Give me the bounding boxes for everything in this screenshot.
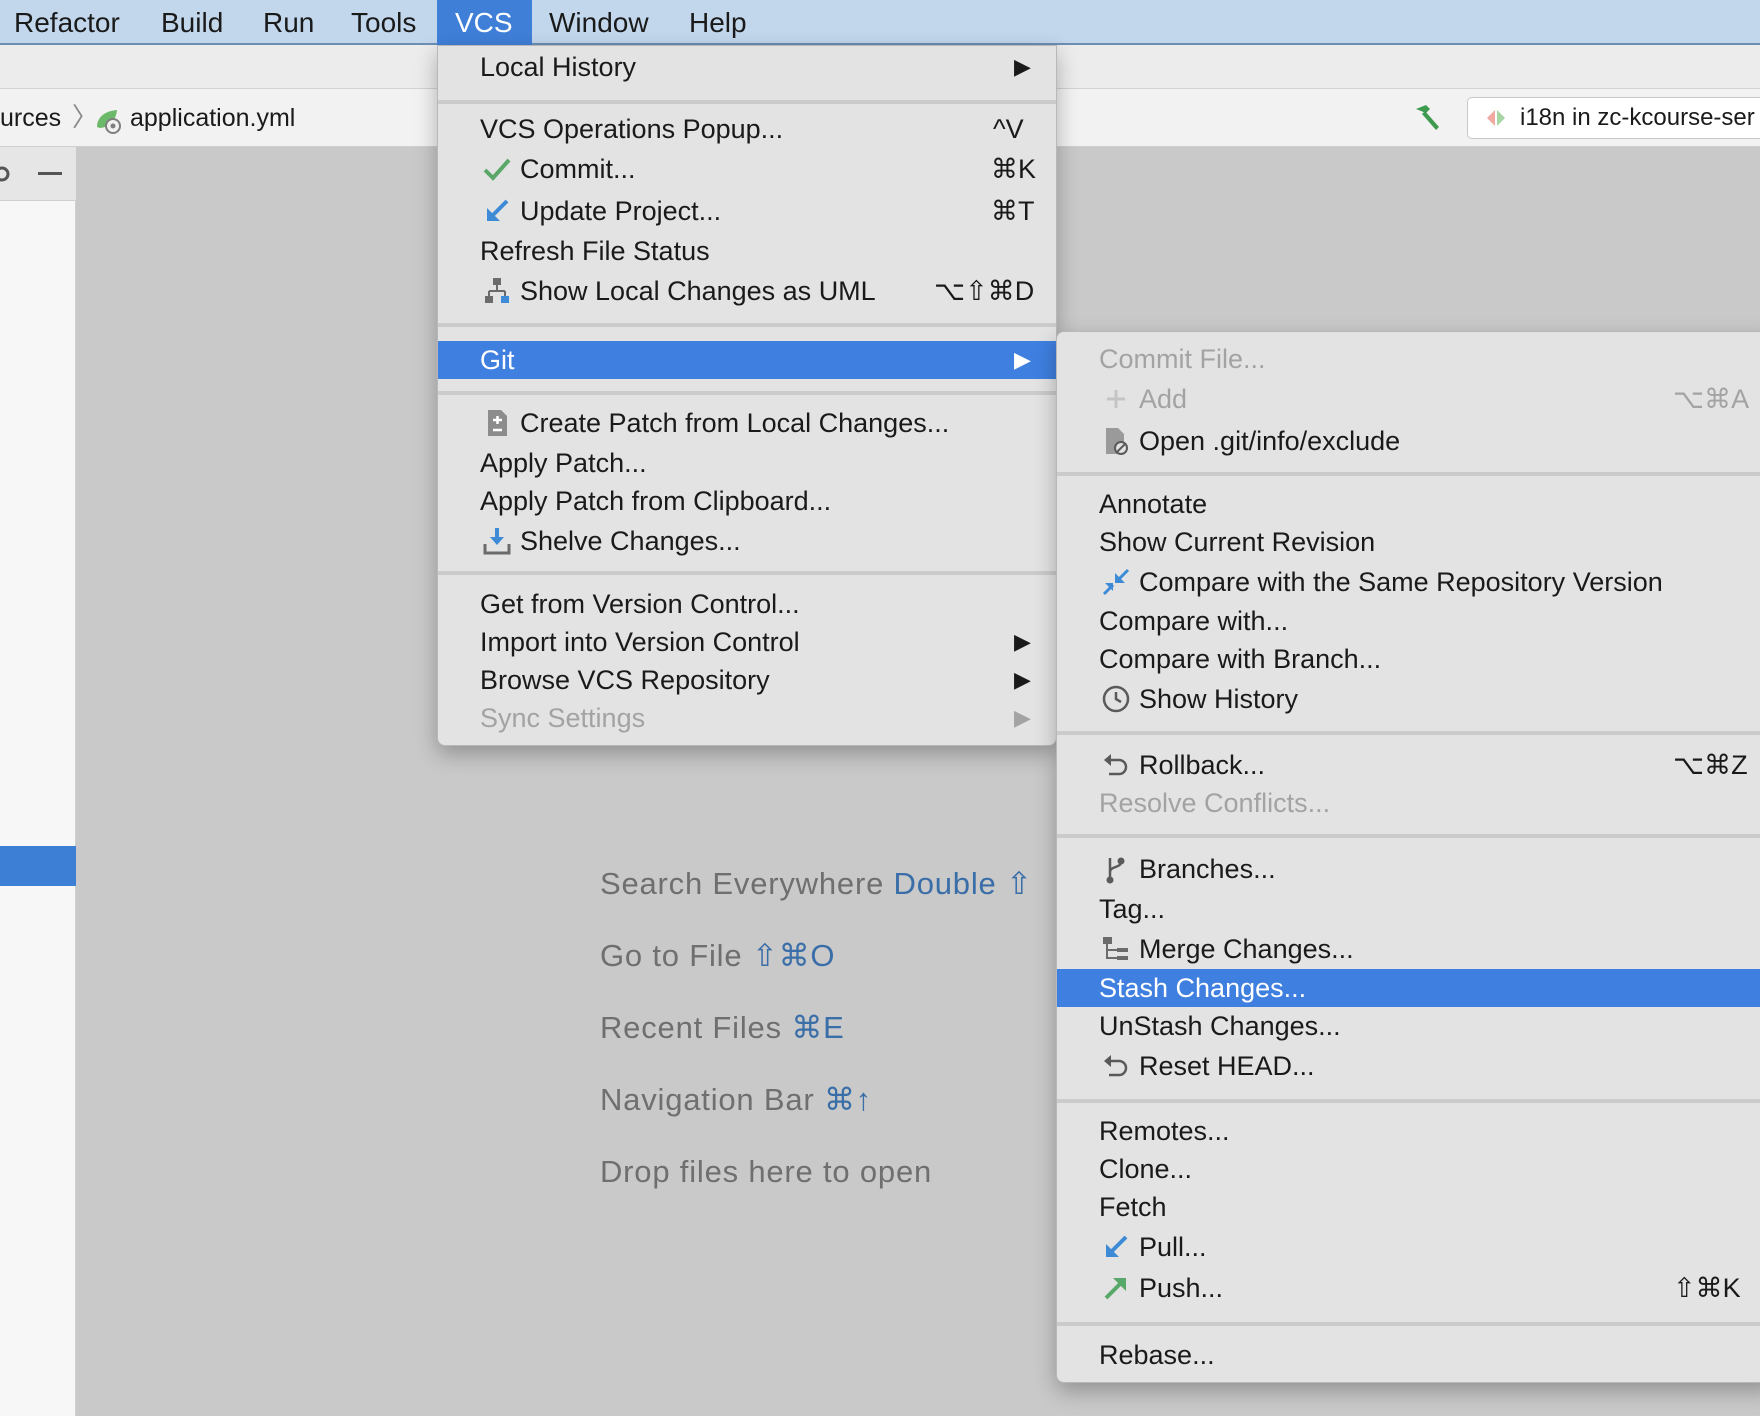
menu-separator xyxy=(1057,834,1760,838)
vcs-menu: Local History ▶ VCS Operations Popup... … xyxy=(437,45,1057,746)
menu-item-apply-patch[interactable]: Apply Patch... xyxy=(438,444,1056,482)
menu-item-show-local-changes-uml[interactable]: Show Local Changes as UML ⌥⇧⌘D xyxy=(438,272,1056,310)
menu-item-create-patch[interactable]: Create Patch from Local Changes... xyxy=(438,404,1056,442)
menu-item-pull[interactable]: Pull... xyxy=(1057,1228,1760,1266)
plus-icon xyxy=(1101,384,1131,414)
gear-icon[interactable] xyxy=(0,161,12,187)
hint-navigation-bar: Navigation Bar ⌘↑ xyxy=(600,1082,873,1117)
menu-item-resolve-conflicts: Resolve Conflicts... xyxy=(1099,788,1331,818)
menu-separator xyxy=(438,100,1056,104)
menu-item-git[interactable]: Git ▶ xyxy=(438,341,1056,379)
clock-icon xyxy=(1101,684,1131,714)
hint-go-to-file: Go to File ⇧⌘O xyxy=(600,938,836,973)
menu-run[interactable]: Run xyxy=(250,0,327,45)
compare-arrows-icon xyxy=(1101,567,1131,597)
breadcrumb-resources[interactable]: urces xyxy=(0,89,61,147)
menu-build[interactable]: Build xyxy=(148,0,236,45)
menu-item-show-current-revision[interactable]: Show Current Revision xyxy=(1057,523,1760,561)
run-configuration-selector[interactable]: i18n in zc-kcourse-ser xyxy=(1467,97,1760,139)
menu-item-compare-with-branch[interactable]: Compare with Branch... xyxy=(1057,640,1760,678)
submenu-arrow-icon: ▶ xyxy=(1014,54,1031,79)
menu-item-push[interactable]: Push... ⇧⌘K xyxy=(1057,1269,1760,1307)
menu-separator xyxy=(438,391,1056,395)
minimize-icon[interactable] xyxy=(38,172,62,175)
hint-recent-files: Recent Files ⌘E xyxy=(600,1010,845,1045)
menu-separator xyxy=(1057,1322,1760,1326)
menu-item-compare-with[interactable]: Compare with... xyxy=(1057,602,1760,640)
menu-item-compare-same-repo[interactable]: Compare with the Same Repository Version xyxy=(1057,563,1760,601)
menu-bar: Refactor Build Run Tools VCS Window Help xyxy=(0,0,1760,45)
push-arrow-icon xyxy=(1101,1273,1131,1303)
run-config-label: i18n in zc-kcourse-ser xyxy=(1520,104,1755,131)
menu-tools[interactable]: Tools xyxy=(337,0,430,45)
menu-item-show-history[interactable]: Show History xyxy=(1057,680,1760,718)
hint-search-everywhere: Search Everywhere Double ⇧ xyxy=(600,866,1033,901)
menu-help[interactable]: Help xyxy=(675,0,761,45)
menu-item-import-into-vc[interactable]: Import into Version Control ▶ xyxy=(438,623,1056,661)
menu-item-refresh-file-status[interactable]: Refresh File Status xyxy=(438,232,1056,270)
menu-item-add: Add ⌥⌘A xyxy=(1057,380,1760,418)
menu-item-branches[interactable]: Branches... xyxy=(1057,850,1760,888)
update-arrow-icon xyxy=(482,196,512,226)
reset-icon xyxy=(1101,1051,1131,1081)
breadcrumb-file[interactable]: application.yml xyxy=(130,89,295,147)
menu-item-browse-vcs-repository[interactable]: Browse VCS Repository ▶ xyxy=(438,661,1056,699)
menu-item-get-from-vc[interactable]: Get from Version Control... xyxy=(438,585,1056,623)
menu-item-apply-patch-clipboard[interactable]: Apply Patch from Clipboard... xyxy=(438,482,1056,520)
menu-refactor[interactable]: Refactor xyxy=(0,0,134,45)
menu-item-local-history[interactable]: Local History ▶ xyxy=(438,48,1056,86)
menu-separator xyxy=(438,571,1056,575)
checkmark-icon xyxy=(482,154,512,184)
menu-item-sync-settings: Sync Settings ▶ xyxy=(438,699,1056,737)
menu-item-commit-file: Commit File... xyxy=(1099,344,1266,374)
rollback-icon xyxy=(1101,750,1131,780)
run-config-icon xyxy=(1484,106,1508,130)
menu-vcs[interactable]: VCS xyxy=(437,0,532,45)
selected-tree-item[interactable] xyxy=(0,846,76,886)
menu-item-rebase[interactable]: Rebase... xyxy=(1057,1336,1760,1374)
submenu-arrow-icon: ▶ xyxy=(1014,347,1031,372)
uml-diagram-icon xyxy=(482,276,512,306)
menu-separator xyxy=(1057,1099,1760,1103)
menu-item-fetch[interactable]: Fetch xyxy=(1057,1188,1760,1226)
menu-item-commit[interactable]: Commit... ⌘K xyxy=(438,150,1056,188)
build-hammer-icon[interactable] xyxy=(1410,101,1444,135)
menu-item-update-project[interactable]: Update Project... ⌘T xyxy=(438,192,1056,230)
branch-icon xyxy=(1101,854,1131,884)
menu-separator xyxy=(438,323,1056,327)
menu-item-annotate[interactable]: Annotate xyxy=(1057,485,1760,523)
shelve-icon xyxy=(482,526,512,556)
submenu-arrow-icon: ▶ xyxy=(1014,667,1031,692)
merge-icon xyxy=(1101,934,1131,964)
pull-arrow-icon xyxy=(1101,1232,1131,1262)
menu-item-reset-head[interactable]: Reset HEAD... xyxy=(1057,1047,1760,1085)
project-tool-window xyxy=(0,147,76,1416)
menu-item-merge-changes[interactable]: Merge Changes... xyxy=(1057,930,1760,968)
menu-item-open-git-exclude[interactable]: Open .git/info/exclude xyxy=(1057,422,1760,460)
submenu-arrow-icon: ▶ xyxy=(1014,705,1031,730)
menu-item-tag[interactable]: Tag... xyxy=(1057,890,1760,928)
menu-item-rollback[interactable]: Rollback... ⌥⌘Z xyxy=(1057,746,1760,784)
menu-item-vcs-operations-popup[interactable]: VCS Operations Popup... ^V xyxy=(438,110,1056,148)
project-panel-header xyxy=(0,147,76,201)
submenu-arrow-icon: ▶ xyxy=(1014,629,1031,654)
menu-item-remotes[interactable]: Remotes... xyxy=(1057,1112,1760,1150)
git-submenu: Commit File... Add ⌥⌘A Open .git/info/ex… xyxy=(1056,331,1760,1383)
menu-item-clone[interactable]: Clone... xyxy=(1057,1150,1760,1188)
exclude-file-icon xyxy=(1101,426,1131,456)
hint-drop-files: Drop files here to open xyxy=(600,1154,933,1189)
menu-separator xyxy=(1057,472,1760,476)
menu-item-shelve-changes[interactable]: Shelve Changes... xyxy=(438,522,1056,560)
yaml-file-icon xyxy=(93,105,123,135)
menu-window[interactable]: Window xyxy=(535,0,663,45)
menu-item-unstash-changes[interactable]: UnStash Changes... xyxy=(1057,1007,1760,1045)
menu-separator xyxy=(1057,731,1760,735)
menu-item-stash-changes[interactable]: Stash Changes... xyxy=(1057,969,1760,1007)
patch-file-icon xyxy=(482,408,512,438)
